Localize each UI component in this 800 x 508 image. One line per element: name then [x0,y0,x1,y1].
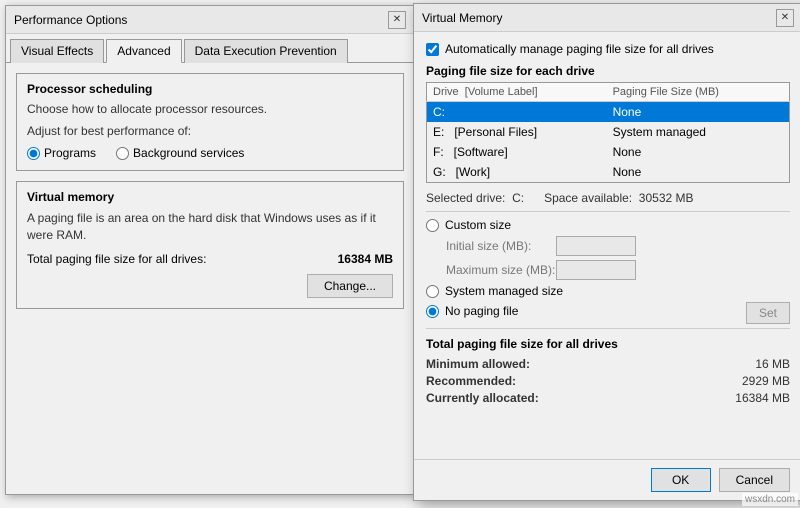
ok-button[interactable]: OK [651,468,711,492]
vm-total-row: Total paging file size for all drives: 1… [27,252,393,266]
perf-close-button[interactable]: ✕ [388,11,406,29]
totals-alloc: Currently allocated: 16384 MB [426,391,790,405]
maximum-size-label: Maximum size (MB): [446,263,556,277]
initial-size-row: Initial size (MB): [446,236,790,256]
auto-manage-label: Automatically manage paging file size fo… [445,42,714,56]
col-drive: Drive [Volume Label] [427,83,607,102]
space-label: Space available: [544,191,632,205]
totals-rec-key: Recommended: [426,374,516,388]
perf-dialog-title: Performance Options [14,13,127,27]
selected-drive-label: Selected drive: [426,191,505,205]
table-row[interactable]: F: [Software] None [427,142,790,162]
totals-title: Total paging file size for all drives [426,337,790,351]
size-f: None [607,142,790,162]
vm-total-size: 16384 MB [338,252,393,266]
tab-advanced[interactable]: Advanced [106,39,181,63]
radio-programs-input[interactable] [27,147,40,160]
selected-drive-value: C: [512,191,524,205]
drive-c: C: [427,102,607,123]
totals-alloc-key: Currently allocated: [426,391,539,405]
system-managed-radio[interactable] [426,285,439,298]
drive-e: E: [Personal Files] [427,122,607,142]
custom-size-radio-row: Custom size [426,218,790,232]
watermark: wsxdn.com [742,493,798,506]
totals-min: Minimum allowed: 16 MB [426,357,790,371]
processor-radio-group: Programs Background services [27,146,393,160]
radio-background-input[interactable] [116,147,129,160]
no-paging-label: No paging file [445,304,518,318]
perf-content: Processor scheduling Choose how to alloc… [6,63,414,494]
totals-min-val: 16 MB [755,357,790,371]
performance-options-dialog: Performance Options ✕ Visual Effects Adv… [5,5,415,495]
tab-visual-effects[interactable]: Visual Effects [10,39,104,63]
size-e: System managed [607,122,790,142]
paging-file-label: Paging file size for each drive [426,64,790,78]
perf-titlebar: Performance Options ✕ [6,6,414,34]
drives-table: Drive [Volume Label] Paging File Size (M… [426,82,790,183]
initial-size-input [556,236,636,256]
radio-programs[interactable]: Programs [27,146,96,160]
selected-drive-info: Selected drive: C: Space available: 3053… [426,191,790,205]
table-row[interactable]: C: None [427,102,790,123]
virtual-memory-section: Virtual memory A paging file is an area … [16,181,404,309]
totals-section: Total paging file size for all drives Mi… [426,328,790,405]
change-btn-row: Change... [27,274,393,298]
system-managed-label: System managed size [445,284,563,298]
space-available-item: Space available: 30532 MB [544,191,693,205]
table-row[interactable]: G: [Work] None [427,162,790,183]
no-paging-row: No paging file Set [426,302,790,324]
size-g: None [607,162,790,183]
totals-rec: Recommended: 2929 MB [426,374,790,388]
custom-size-label: Custom size [445,218,511,232]
vm-section-title: Virtual memory [27,190,393,204]
size-c: None [607,102,790,123]
adjust-label: Adjust for best performance of: [27,124,393,138]
space-value: 30532 MB [639,191,694,205]
vm-desc: A paging file is an area on the hard dis… [27,210,393,244]
custom-size-radio[interactable] [426,219,439,232]
maximum-size-input [556,260,636,280]
perf-tabs: Visual Effects Advanced Data Execution P… [6,34,414,63]
totals-min-key: Minimum allowed: [426,357,530,371]
vm-dialog-title: Virtual Memory [422,11,502,25]
selected-drive-item: Selected drive: C: [426,191,524,205]
processor-title: Processor scheduling [27,82,393,96]
drive-f: F: [Software] [427,142,607,162]
system-managed-radio-row: System managed size [426,284,790,298]
vm-close-button[interactable]: ✕ [776,9,794,27]
drive-g: G: [Work] [427,162,607,183]
processor-desc: Choose how to allocate processor resourc… [27,102,393,116]
vm-titlebar: Virtual Memory ✕ [414,4,800,32]
totals-alloc-val: 16384 MB [735,391,790,405]
change-button[interactable]: Change... [307,274,393,298]
maximum-size-row: Maximum size (MB): [446,260,790,280]
no-paging-radio[interactable] [426,305,439,318]
cancel-button[interactable]: Cancel [719,468,790,492]
auto-manage-row: Automatically manage paging file size fo… [426,42,790,56]
processor-section: Processor scheduling Choose how to alloc… [16,73,404,171]
initial-size-label: Initial size (MB): [446,239,556,253]
set-button[interactable]: Set [746,302,790,324]
col-size: Paging File Size (MB) [607,83,790,102]
divider [426,211,790,212]
auto-manage-checkbox[interactable] [426,43,439,56]
vm-total-label: Total paging file size for all drives: [27,252,206,266]
no-paging-radio-row: No paging file [426,304,518,318]
radio-background[interactable]: Background services [116,146,244,160]
table-row[interactable]: E: [Personal Files] System managed [427,122,790,142]
vm-content: Automatically manage paging file size fo… [414,32,800,459]
totals-rec-val: 2929 MB [742,374,790,388]
tab-dep[interactable]: Data Execution Prevention [184,39,348,63]
virtual-memory-dialog: Virtual Memory ✕ Automatically manage pa… [413,3,800,501]
